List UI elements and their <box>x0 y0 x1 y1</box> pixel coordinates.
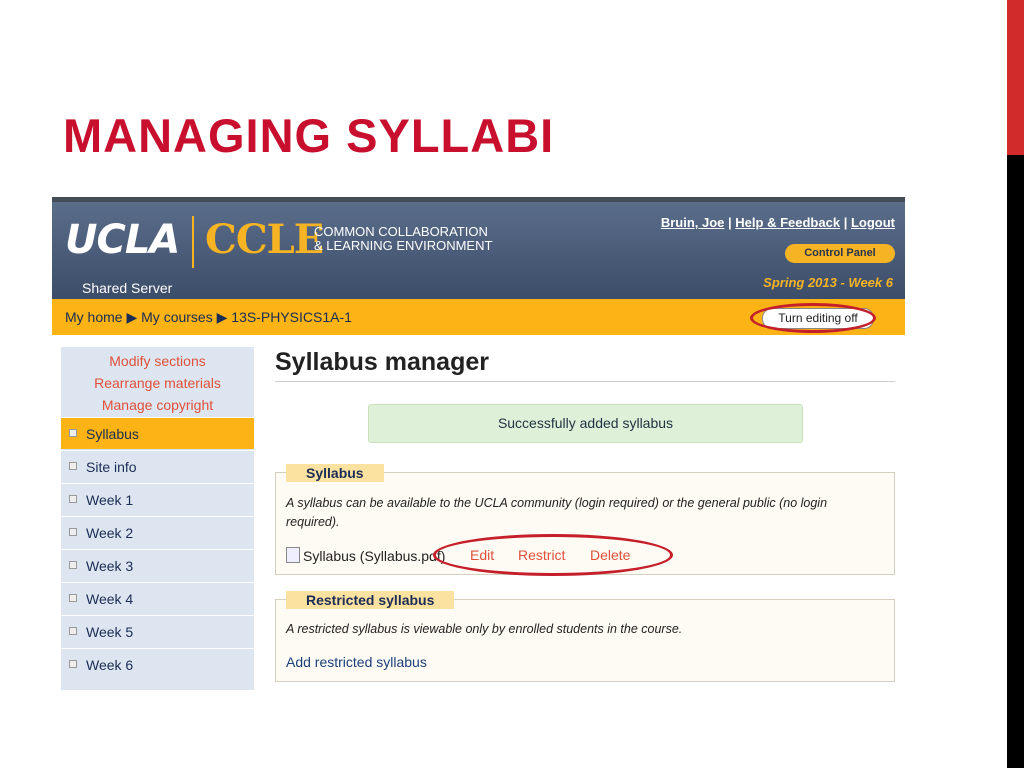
sidebar-item-label: Week 5 <box>86 624 134 640</box>
annotation-ring <box>750 303 876 333</box>
slide-edge-accent <box>1007 0 1024 155</box>
rearrange-materials-link[interactable]: Rearrange materials <box>61 372 254 394</box>
syllabus-file-link[interactable]: Syllabus (Syllabus.pdf) <box>286 547 445 564</box>
sidebar-item-label: Week 4 <box>86 591 134 607</box>
ccle-tagline: COMMON COLLABORATION & LEARNING ENVIRONM… <box>314 225 492 253</box>
bullet-icon <box>69 561 77 569</box>
breadcrumb-course-link[interactable]: 13S-PHYSICS1A-1 <box>231 309 352 325</box>
restricted-syllabus-legend: Restricted syllabus <box>286 591 455 609</box>
term-label: Spring 2013 - Week 6 <box>763 275 893 290</box>
bullet-icon <box>69 594 77 602</box>
page-title: Syllabus manager <box>275 348 489 376</box>
sidebar: Modify sections Rearrange materials Mana… <box>61 347 254 690</box>
bullet-icon <box>69 660 77 668</box>
ccle-tagline-line2: & LEARNING ENVIRONMENT <box>314 238 493 253</box>
syllabus-legend: Syllabus <box>286 464 384 482</box>
breadcrumb-arrow-icon: ▶ <box>126 309 138 325</box>
slide-title: MANAGING SYLLABI <box>63 109 555 162</box>
sidebar-item-label: Site info <box>86 459 137 475</box>
bullet-icon <box>69 627 77 635</box>
sidebar-item-site-info[interactable]: Site info <box>61 450 254 482</box>
help-feedback-link[interactable]: Help & Feedback <box>735 215 840 230</box>
ccle-tagline-line1: COMMON COLLABORATION <box>314 224 488 239</box>
control-panel-button[interactable]: Control Panel <box>785 244 895 263</box>
user-profile-link[interactable]: Bruin, Joe <box>661 215 725 230</box>
bullet-icon <box>69 495 77 503</box>
syllabus-description-line1: A syllabus can be available to the UCLA … <box>286 496 828 510</box>
sidebar-item-label: Week 6 <box>86 657 134 673</box>
link-separator: | <box>843 215 848 230</box>
sidebar-item-label: Week 1 <box>86 492 134 508</box>
document-icon <box>286 547 300 563</box>
ccle-screenshot: UCLA CCLE COMMON COLLABORATION & LEARNIN… <box>52 197 905 690</box>
link-separator: | <box>728 215 732 230</box>
sidebar-item-syllabus[interactable]: Syllabus <box>61 417 254 449</box>
breadcrumb-home-link[interactable]: My home <box>65 309 123 325</box>
sidebar-item-week-3[interactable]: Week 3 <box>61 549 254 581</box>
logout-link[interactable]: Logout <box>851 215 895 230</box>
sidebar-item-label: Syllabus <box>86 426 139 442</box>
success-message: Successfully added syllabus <box>368 404 803 443</box>
sidebar-admin-links: Modify sections Rearrange materials Mana… <box>61 347 254 416</box>
sidebar-item-week-1[interactable]: Week 1 <box>61 483 254 515</box>
annotation-ring <box>433 534 673 576</box>
title-divider <box>275 381 895 382</box>
sidebar-item-week-4[interactable]: Week 4 <box>61 582 254 614</box>
sidebar-item-week-5[interactable]: Week 5 <box>61 615 254 647</box>
sidebar-item-label: Week 3 <box>86 558 134 574</box>
restricted-syllabus-description: A restricted syllabus is viewable only b… <box>286 622 683 636</box>
ccle-logo: CCLE <box>205 216 324 263</box>
sidebar-item-week-2[interactable]: Week 2 <box>61 516 254 548</box>
logo-divider <box>192 216 194 268</box>
breadcrumb-bar: My home ▶ My courses ▶ 13S-PHYSICS1A-1 T… <box>52 299 905 335</box>
modify-sections-link[interactable]: Modify sections <box>61 350 254 372</box>
syllabus-description-line2: required). <box>286 515 340 529</box>
manage-copyright-link[interactable]: Manage copyright <box>61 394 254 416</box>
syllabus-description: A syllabus can be available to the UCLA … <box>286 494 827 532</box>
breadcrumb-arrow-icon: ▶ <box>216 309 228 325</box>
ucla-logo: UCLA <box>65 217 180 263</box>
sidebar-item-label: Week 2 <box>86 525 134 541</box>
server-label: Shared Server <box>82 280 173 296</box>
restricted-syllabus-fieldset: Restricted syllabus A restricted syllabu… <box>275 591 895 682</box>
user-links: Bruin, Joe | Help & Feedback | Logout <box>661 215 895 230</box>
breadcrumb: My home ▶ My courses ▶ 13S-PHYSICS1A-1 <box>65 309 352 326</box>
bullet-icon <box>69 429 77 437</box>
sidebar-item-week-6[interactable]: Week 6 <box>61 648 254 680</box>
breadcrumb-courses-link[interactable]: My courses <box>141 309 213 325</box>
syllabus-fieldset: Syllabus A syllabus can be available to … <box>275 464 895 576</box>
syllabus-file-label: Syllabus (Syllabus.pdf) <box>303 548 446 564</box>
add-restricted-syllabus-link[interactable]: Add restricted syllabus <box>286 654 427 670</box>
bullet-icon <box>69 528 77 536</box>
bullet-icon <box>69 462 77 470</box>
slide-edge-bar <box>1007 0 1024 768</box>
site-header: UCLA CCLE COMMON COLLABORATION & LEARNIN… <box>52 197 905 299</box>
